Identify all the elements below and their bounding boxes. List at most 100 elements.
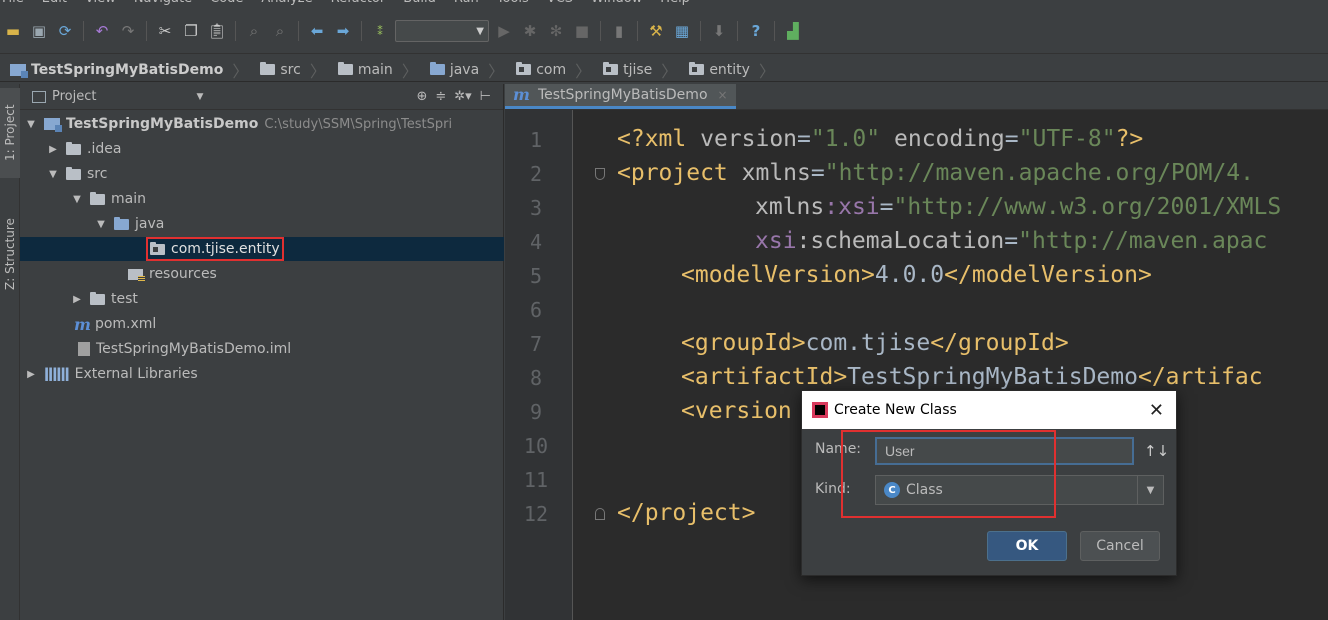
menu-file[interactable]: File (2, 0, 24, 9)
forward-icon[interactable]: ➡ (332, 20, 354, 42)
code-token: <project (617, 160, 742, 186)
project-tool-tab[interactable]: 1: Project (0, 88, 20, 178)
chevron-down-icon[interactable]: ▼ (1137, 476, 1163, 504)
menu-run[interactable]: Run (454, 0, 479, 9)
chevron-right-icon: 〉 (575, 61, 592, 81)
copy-icon[interactable]: ❐ (180, 20, 202, 42)
menu-navigate[interactable]: Navigate (134, 0, 192, 9)
save-icon[interactable]: ▣ (28, 20, 50, 42)
menu-view[interactable]: View (85, 0, 116, 9)
crumb-label: entity (709, 61, 750, 78)
project-view-selector[interactable]: Project (32, 89, 96, 104)
tree-node-src[interactable]: ▼ src (20, 162, 504, 186)
crumb-java[interactable]: java 〉 (424, 59, 510, 81)
build-icon[interactable]: ⁑ (369, 20, 391, 42)
fold-marker-icon[interactable] (595, 168, 605, 180)
tree-node-label: src (87, 166, 108, 182)
crumb-src[interactable]: src 〉 (254, 59, 331, 81)
hide-panel-icon[interactable]: ⊢ (480, 89, 491, 104)
cut-icon[interactable]: ✂ (154, 20, 176, 42)
tree-node-java[interactable]: ▼ java (20, 212, 504, 236)
menu-edit[interactable]: Edit (42, 0, 67, 9)
menu-vcs[interactable]: VCS (547, 0, 573, 9)
gear-icon[interactable]: ✲▾ (454, 89, 471, 104)
crumb-entity[interactable]: entity 〉 (683, 59, 781, 81)
collapse-all-icon[interactable]: ≑ (435, 89, 446, 104)
menu-refactor[interactable]: Refactor (331, 0, 386, 9)
code-line-2: <project xmlns="http://maven.apache.org/… (617, 156, 1254, 190)
menu-help[interactable]: Help (660, 0, 690, 9)
chevron-down-icon[interactable]: ▼ (196, 92, 203, 102)
tree-node-label: TestSpringMyBatisDemo.iml (96, 341, 292, 357)
project-structure-icon[interactable]: ▦ (671, 20, 693, 42)
stop-icon[interactable]: ■ (571, 20, 593, 42)
crumb-tjise[interactable]: tjise 〉 (597, 59, 683, 81)
collapsed-arrow-icon[interactable]: ▶ (70, 294, 84, 305)
close-icon[interactable]: ✕ (1149, 400, 1164, 421)
code-token: com.tjise (805, 330, 931, 356)
project-panel-header: Project ▼ ⊕ ≑ ✲▾ ⊢ (20, 84, 503, 110)
package-icon (689, 62, 705, 75)
menu-window[interactable]: Window (591, 0, 642, 9)
redo-icon[interactable]: ↷ (117, 20, 139, 42)
cancel-button[interactable]: Cancel (1080, 531, 1160, 561)
menu-analyze[interactable]: Analyze (261, 0, 312, 9)
tree-node-iml[interactable]: TestSpringMyBatisDemo.iml (20, 337, 504, 361)
jetbrains-toolbox-icon[interactable]: ▟ (782, 20, 804, 42)
expanded-arrow-icon[interactable]: ▼ (70, 194, 84, 205)
tree-node-package-selected[interactable]: com.tjise.entity (20, 237, 504, 261)
menu-bar: File Edit View Navigate Code Analyze Ref… (0, 0, 1328, 9)
replace-icon[interactable]: ⌕ (269, 20, 291, 42)
library-icon: ǁǁǁ (44, 366, 70, 382)
vcs-icon[interactable]: ▮ (608, 20, 630, 42)
collapsed-arrow-icon[interactable]: ▶ (24, 369, 38, 380)
tree-node-pom[interactable]: m pom.xml (20, 312, 504, 336)
help-icon[interactable]: ? (745, 20, 767, 42)
paste-icon[interactable]: 📋︎ (206, 20, 228, 42)
project-view-icon (32, 90, 46, 103)
tree-node-idea[interactable]: ▶ .idea (20, 137, 504, 161)
debug-icon[interactable]: ✱ (519, 20, 541, 42)
structure-tool-tab[interactable]: Z: Structure (0, 204, 20, 304)
crumb-main[interactable]: main 〉 (332, 59, 424, 81)
toolbar: ▬ ▣ ⟳ ↶ ↷ ✂ ❐ 📋︎ ⌕ ⌕ ⬅ ➡ ⁑ ▼ ▶ ✱ ✻ ■ ▮ ⚒… (0, 9, 1328, 54)
line-number: 8 (529, 366, 542, 390)
sync-icon[interactable]: ⟳ (54, 20, 76, 42)
tab-pom-xml[interactable]: m TestSpringMyBatisDemo × (505, 84, 736, 109)
run-icon[interactable]: ▶ (493, 20, 515, 42)
expanded-arrow-icon[interactable]: ▼ (94, 219, 108, 230)
tree-node-root[interactable]: ▼ TestSpringMyBatisDemo C:\study\SSM\Spr… (20, 112, 504, 136)
fold-marker-icon[interactable] (595, 508, 605, 520)
run-config-dropdown[interactable]: ▼ (395, 20, 489, 42)
menu-build[interactable]: Build (403, 0, 436, 9)
tree-node-label: test (111, 291, 138, 307)
code-token: </project> (617, 500, 756, 526)
tree-node-resources[interactable]: resources (20, 262, 504, 286)
tree-node-label: pom.xml (94, 316, 157, 332)
crumb-project[interactable]: TestSpringMyBatisDemo 〉 (4, 59, 254, 81)
kind-select[interactable]: C Class ▼ (875, 475, 1164, 505)
settings-icon[interactable]: ⚒ (645, 20, 667, 42)
tree-node-main[interactable]: ▼ main (20, 187, 504, 211)
undo-icon[interactable]: ↶ (91, 20, 113, 42)
coverage-icon[interactable]: ✻ (545, 20, 567, 42)
menu-tools[interactable]: Tools (497, 0, 529, 9)
sdk-download-icon[interactable]: ⬇ (708, 20, 730, 42)
expanded-arrow-icon[interactable]: ▼ (46, 169, 60, 180)
expanded-arrow-icon[interactable]: ▼ (24, 119, 38, 130)
tree-node-label: main (111, 191, 146, 207)
tree-node-test[interactable]: ▶ test (20, 287, 504, 311)
back-icon[interactable]: ⬅ (306, 20, 328, 42)
class-name-input[interactable]: User (875, 437, 1134, 465)
tree-node-external-libraries[interactable]: ▶ ǁǁǁ External Libraries (20, 362, 504, 386)
close-icon[interactable]: × (718, 88, 728, 102)
ok-button[interactable]: OK (987, 531, 1067, 561)
find-icon[interactable]: ⌕ (243, 20, 265, 42)
sort-arrows-icon[interactable]: ↑↓ (1144, 442, 1169, 460)
crumb-com[interactable]: com 〉 (510, 59, 597, 81)
scroll-from-source-icon[interactable]: ⊕ (416, 89, 427, 104)
menu-code[interactable]: Code (210, 0, 243, 9)
code-line-4: xsi:schemaLocation="http://maven.apac (755, 224, 1267, 258)
collapsed-arrow-icon[interactable]: ▶ (46, 144, 60, 155)
open-folder-icon[interactable]: ▬ (2, 20, 24, 42)
